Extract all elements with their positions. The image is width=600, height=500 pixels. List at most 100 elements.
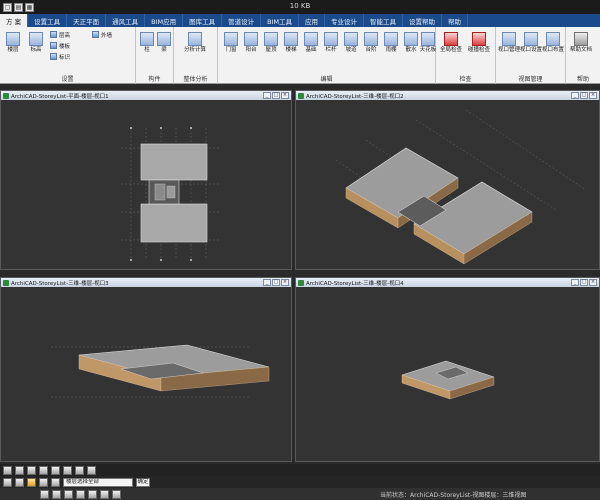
render-tool-icon[interactable] (87, 465, 96, 475)
plan-drawing (121, 127, 219, 261)
strip-tool-2-icon[interactable] (52, 489, 61, 499)
storey-height-button[interactable]: 层高 (50, 30, 70, 39)
viewport-settings-button[interactable]: 视口设置 (520, 29, 542, 65)
tool-c-icon[interactable] (27, 477, 36, 487)
viewport-manage-icon (502, 32, 516, 46)
maximize-icon[interactable]: □ (580, 92, 588, 99)
tab-12[interactable]: 帮助 (442, 14, 469, 27)
tab-2[interactable]: 天正平面 (67, 14, 107, 27)
tab-10[interactable]: 智能工具 (364, 14, 404, 27)
roof-icon (264, 32, 278, 46)
viewport-3d-top-right[interactable]: ArchiCAD-StoreyList-三维-楼层-视口2 _ □ × (295, 90, 600, 270)
tab-4[interactable]: BIM应用 (145, 14, 184, 27)
strip-tool-5-icon[interactable] (88, 489, 97, 499)
strip-tool-6-icon[interactable] (100, 489, 109, 499)
tool-e-icon[interactable] (51, 477, 60, 487)
confirm-field[interactable]: 确定 (136, 477, 150, 487)
tab-7[interactable]: BIM工具 (261, 14, 300, 27)
tab-5[interactable]: 图库工具 (183, 14, 223, 27)
analysis-button[interactable]: 分析计算 (184, 29, 206, 65)
plan-canvas[interactable] (1, 100, 291, 269)
tab-0[interactable]: 方 案 (0, 14, 29, 27)
viewport-title-bar: ArchiCAD-StoreyList-三维-楼层-视口4 _ □ × (296, 278, 599, 287)
viewport-plan[interactable]: ArchiCAD-StoreyList-平面-楼层-视口1 _ □ × (0, 90, 292, 270)
tool-b-icon[interactable] (15, 477, 24, 487)
pan-tool-icon[interactable] (15, 465, 24, 475)
door-window-button[interactable]: 门窗 (220, 29, 242, 65)
analysis-icon (188, 32, 202, 46)
outer-wall-button[interactable]: 外墙 (92, 30, 112, 39)
maximize-icon[interactable]: □ (272, 92, 280, 99)
viewport-manage-button[interactable]: 视口管理 (498, 29, 520, 65)
strip-tool-7-icon[interactable] (112, 489, 121, 499)
orbit-tool-icon[interactable] (39, 465, 48, 475)
ramp-button[interactable]: 坡道 (340, 29, 362, 65)
step-button[interactable]: 台阶 (360, 29, 382, 65)
close-icon[interactable]: × (589, 279, 597, 286)
floor-select-field[interactable]: 楼层选择全部 (63, 477, 133, 487)
minimize-icon[interactable]: _ (571, 92, 579, 99)
viewport-title-bar: ArchiCAD-StoreyList-三维-楼层-视口2 _ □ × (296, 91, 599, 100)
status-bar: 楼层选择全部 确定 (0, 476, 600, 488)
layer-tool-icon[interactable] (51, 465, 60, 475)
viewport-3d-bottom-left[interactable]: ArchiCAD-StoreyList-三维-楼层-视口3 _ □ × (0, 277, 292, 462)
collision-check-button[interactable]: 碰撞检查 (468, 29, 490, 65)
tab-11[interactable]: 设置帮助 (403, 14, 443, 27)
select-tool-icon[interactable] (3, 465, 12, 475)
minimize-icon[interactable]: _ (571, 279, 579, 286)
model-drawing (51, 344, 270, 398)
slab-button[interactable]: 楼板 (50, 41, 70, 50)
outer-wall-icon (92, 31, 99, 38)
tab-8[interactable]: 应用 (299, 14, 326, 27)
grid-tool-icon[interactable] (75, 465, 84, 475)
minimize-icon[interactable]: _ (263, 92, 271, 99)
model-canvas[interactable] (296, 287, 599, 461)
stair-button[interactable]: 楼梯 (280, 29, 302, 65)
balcony-button[interactable]: 阳台 (240, 29, 262, 65)
tab-1[interactable]: 设置工具 (28, 14, 68, 27)
strip-tool-4-icon[interactable] (76, 489, 85, 499)
model-drawing (335, 109, 587, 265)
viewport-3d-bottom-right[interactable]: ArchiCAD-StoreyList-三维-楼层-视口4 _ □ × (295, 277, 600, 462)
tab-3[interactable]: 通风工具 (106, 14, 146, 27)
bottom-toolbar (0, 464, 600, 476)
model-canvas[interactable] (1, 287, 291, 461)
snap-tool-icon[interactable] (63, 465, 72, 475)
ribbon-group-components: 柱 梁 构件 (136, 27, 174, 84)
tool-d-icon[interactable] (39, 477, 48, 487)
tab-6[interactable]: 管道设计 (222, 14, 262, 27)
title-bar: ▢ ▤ ▦ 10 KB (0, 0, 600, 14)
close-icon[interactable]: × (281, 279, 289, 286)
railing-button[interactable]: 栏杆 (320, 29, 342, 65)
canopy-button[interactable]: 雨棚 (380, 29, 402, 65)
foundation-button[interactable]: 基础 (300, 29, 322, 65)
viewport-layout-button[interactable]: 视口布置 (542, 29, 564, 65)
strip-tool-3-icon[interactable] (64, 489, 73, 499)
floor-icon (6, 32, 20, 46)
model-canvas[interactable] (296, 100, 599, 269)
tool-a-icon[interactable] (3, 477, 12, 487)
help-doc-button[interactable]: 帮助文档 (570, 29, 592, 65)
ribbon-group-view: 视口管理 视口设置 视口布置 视图管理 (496, 27, 566, 84)
tab-9[interactable]: 专业设计 (325, 14, 365, 27)
beam-button[interactable]: 梁 (153, 29, 175, 65)
floor-button[interactable]: 楼层 (2, 29, 24, 65)
roof-button[interactable]: 屋顶 (260, 29, 282, 65)
railing-icon (324, 32, 338, 46)
column-icon (140, 32, 154, 46)
close-icon[interactable]: × (589, 92, 597, 99)
viewport-layout-icon (546, 32, 560, 46)
strip-tool-1-icon[interactable] (40, 489, 49, 499)
maximize-icon[interactable]: □ (272, 279, 280, 286)
close-icon[interactable]: × (281, 92, 289, 99)
apron-icon (404, 32, 418, 46)
elevation-button[interactable]: 标高 (25, 29, 47, 65)
zoom-tool-icon[interactable] (27, 465, 36, 475)
foundation-icon (304, 32, 318, 46)
viewport-icon (3, 279, 9, 286)
label-icon (50, 53, 57, 60)
global-check-button[interactable]: 全局检查 (440, 29, 462, 65)
maximize-icon[interactable]: □ (580, 279, 588, 286)
minimize-icon[interactable]: _ (263, 279, 271, 286)
label-button[interactable]: 标识 (50, 52, 70, 61)
